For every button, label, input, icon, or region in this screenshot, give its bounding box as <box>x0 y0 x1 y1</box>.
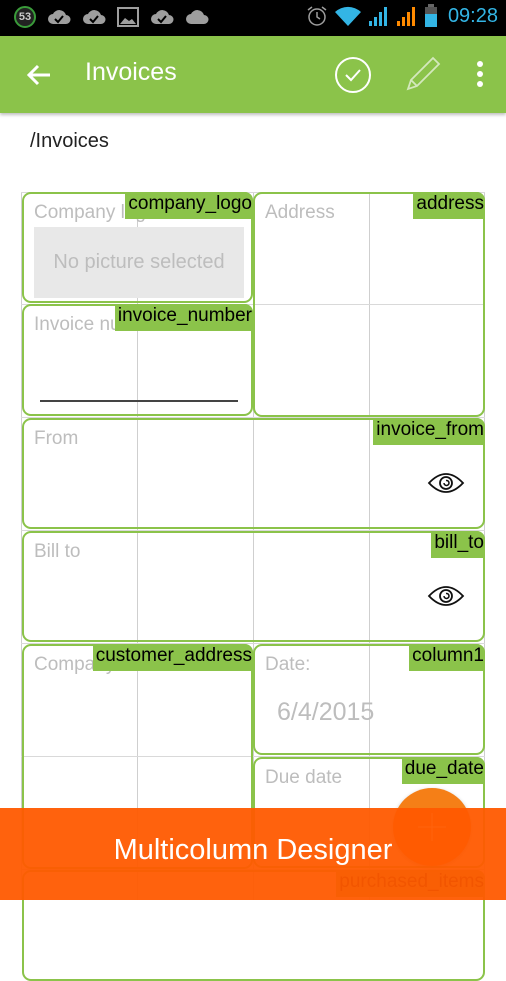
clock: 09:28 <box>447 4 498 27</box>
check-circle-icon[interactable] <box>334 56 372 94</box>
promo-banner: Multicolumn Designer <box>0 808 506 900</box>
field-hint: From <box>34 428 79 449</box>
cloud-check-icon <box>48 10 71 24</box>
field-hint: Address <box>265 202 335 223</box>
field-hint: Bill to <box>34 541 81 562</box>
arrow-left-icon[interactable] <box>24 60 54 90</box>
cloud-icon <box>186 10 209 24</box>
notification-count-badge: 53 <box>14 6 36 28</box>
field-id-tag: address <box>413 192 485 219</box>
field-company-logo[interactable]: Company logo No picture selected company… <box>22 192 253 303</box>
pencil-icon[interactable] <box>402 54 442 94</box>
field-bill-to[interactable]: Bill to bill_to <box>22 531 485 642</box>
status-bar: 53 09:28 <box>0 0 506 36</box>
field-hint: Date: <box>265 654 311 675</box>
breadcrumb: /Invoices <box>30 130 109 152</box>
input-underline <box>40 400 238 402</box>
field-id-tag: due_date <box>401 757 485 784</box>
signal-blue-icon <box>368 7 387 26</box>
alarm-icon <box>307 6 327 26</box>
battery-icon <box>424 4 437 27</box>
field-id-tag: customer_address <box>92 644 253 671</box>
image-icon <box>117 7 139 27</box>
date-value: 6/4/2015 <box>277 698 375 726</box>
eye-icon[interactable] <box>427 471 465 495</box>
more-vert-icon[interactable] <box>470 58 490 92</box>
page-title: Invoices <box>85 58 177 86</box>
field-id-tag: column1 <box>409 644 485 671</box>
banner-text: Multicolumn Designer <box>113 834 393 866</box>
field-hint: Due date <box>265 767 343 788</box>
field-address[interactable]: Address address <box>253 192 485 417</box>
cloud-check-icon <box>151 10 174 24</box>
field-invoice-number[interactable]: Invoice number invoice_number <box>22 304 253 416</box>
field-id-tag: invoice_from <box>373 418 485 445</box>
app-bar: Invoices <box>0 36 506 113</box>
field-id-tag: bill_to <box>431 531 485 558</box>
field-column1[interactable]: Date: 6/4/2015 column1 <box>253 644 485 755</box>
cloud-check-icon <box>83 10 106 24</box>
wifi-icon <box>334 6 361 27</box>
field-id-tag: invoice_number <box>114 304 253 331</box>
field-invoice-from[interactable]: From invoice_from <box>22 418 485 529</box>
signal-orange-icon <box>396 7 415 26</box>
field-id-tag: company_logo <box>125 192 253 219</box>
eye-icon[interactable] <box>427 584 465 608</box>
no-picture-placeholder: No picture selected <box>34 227 244 298</box>
